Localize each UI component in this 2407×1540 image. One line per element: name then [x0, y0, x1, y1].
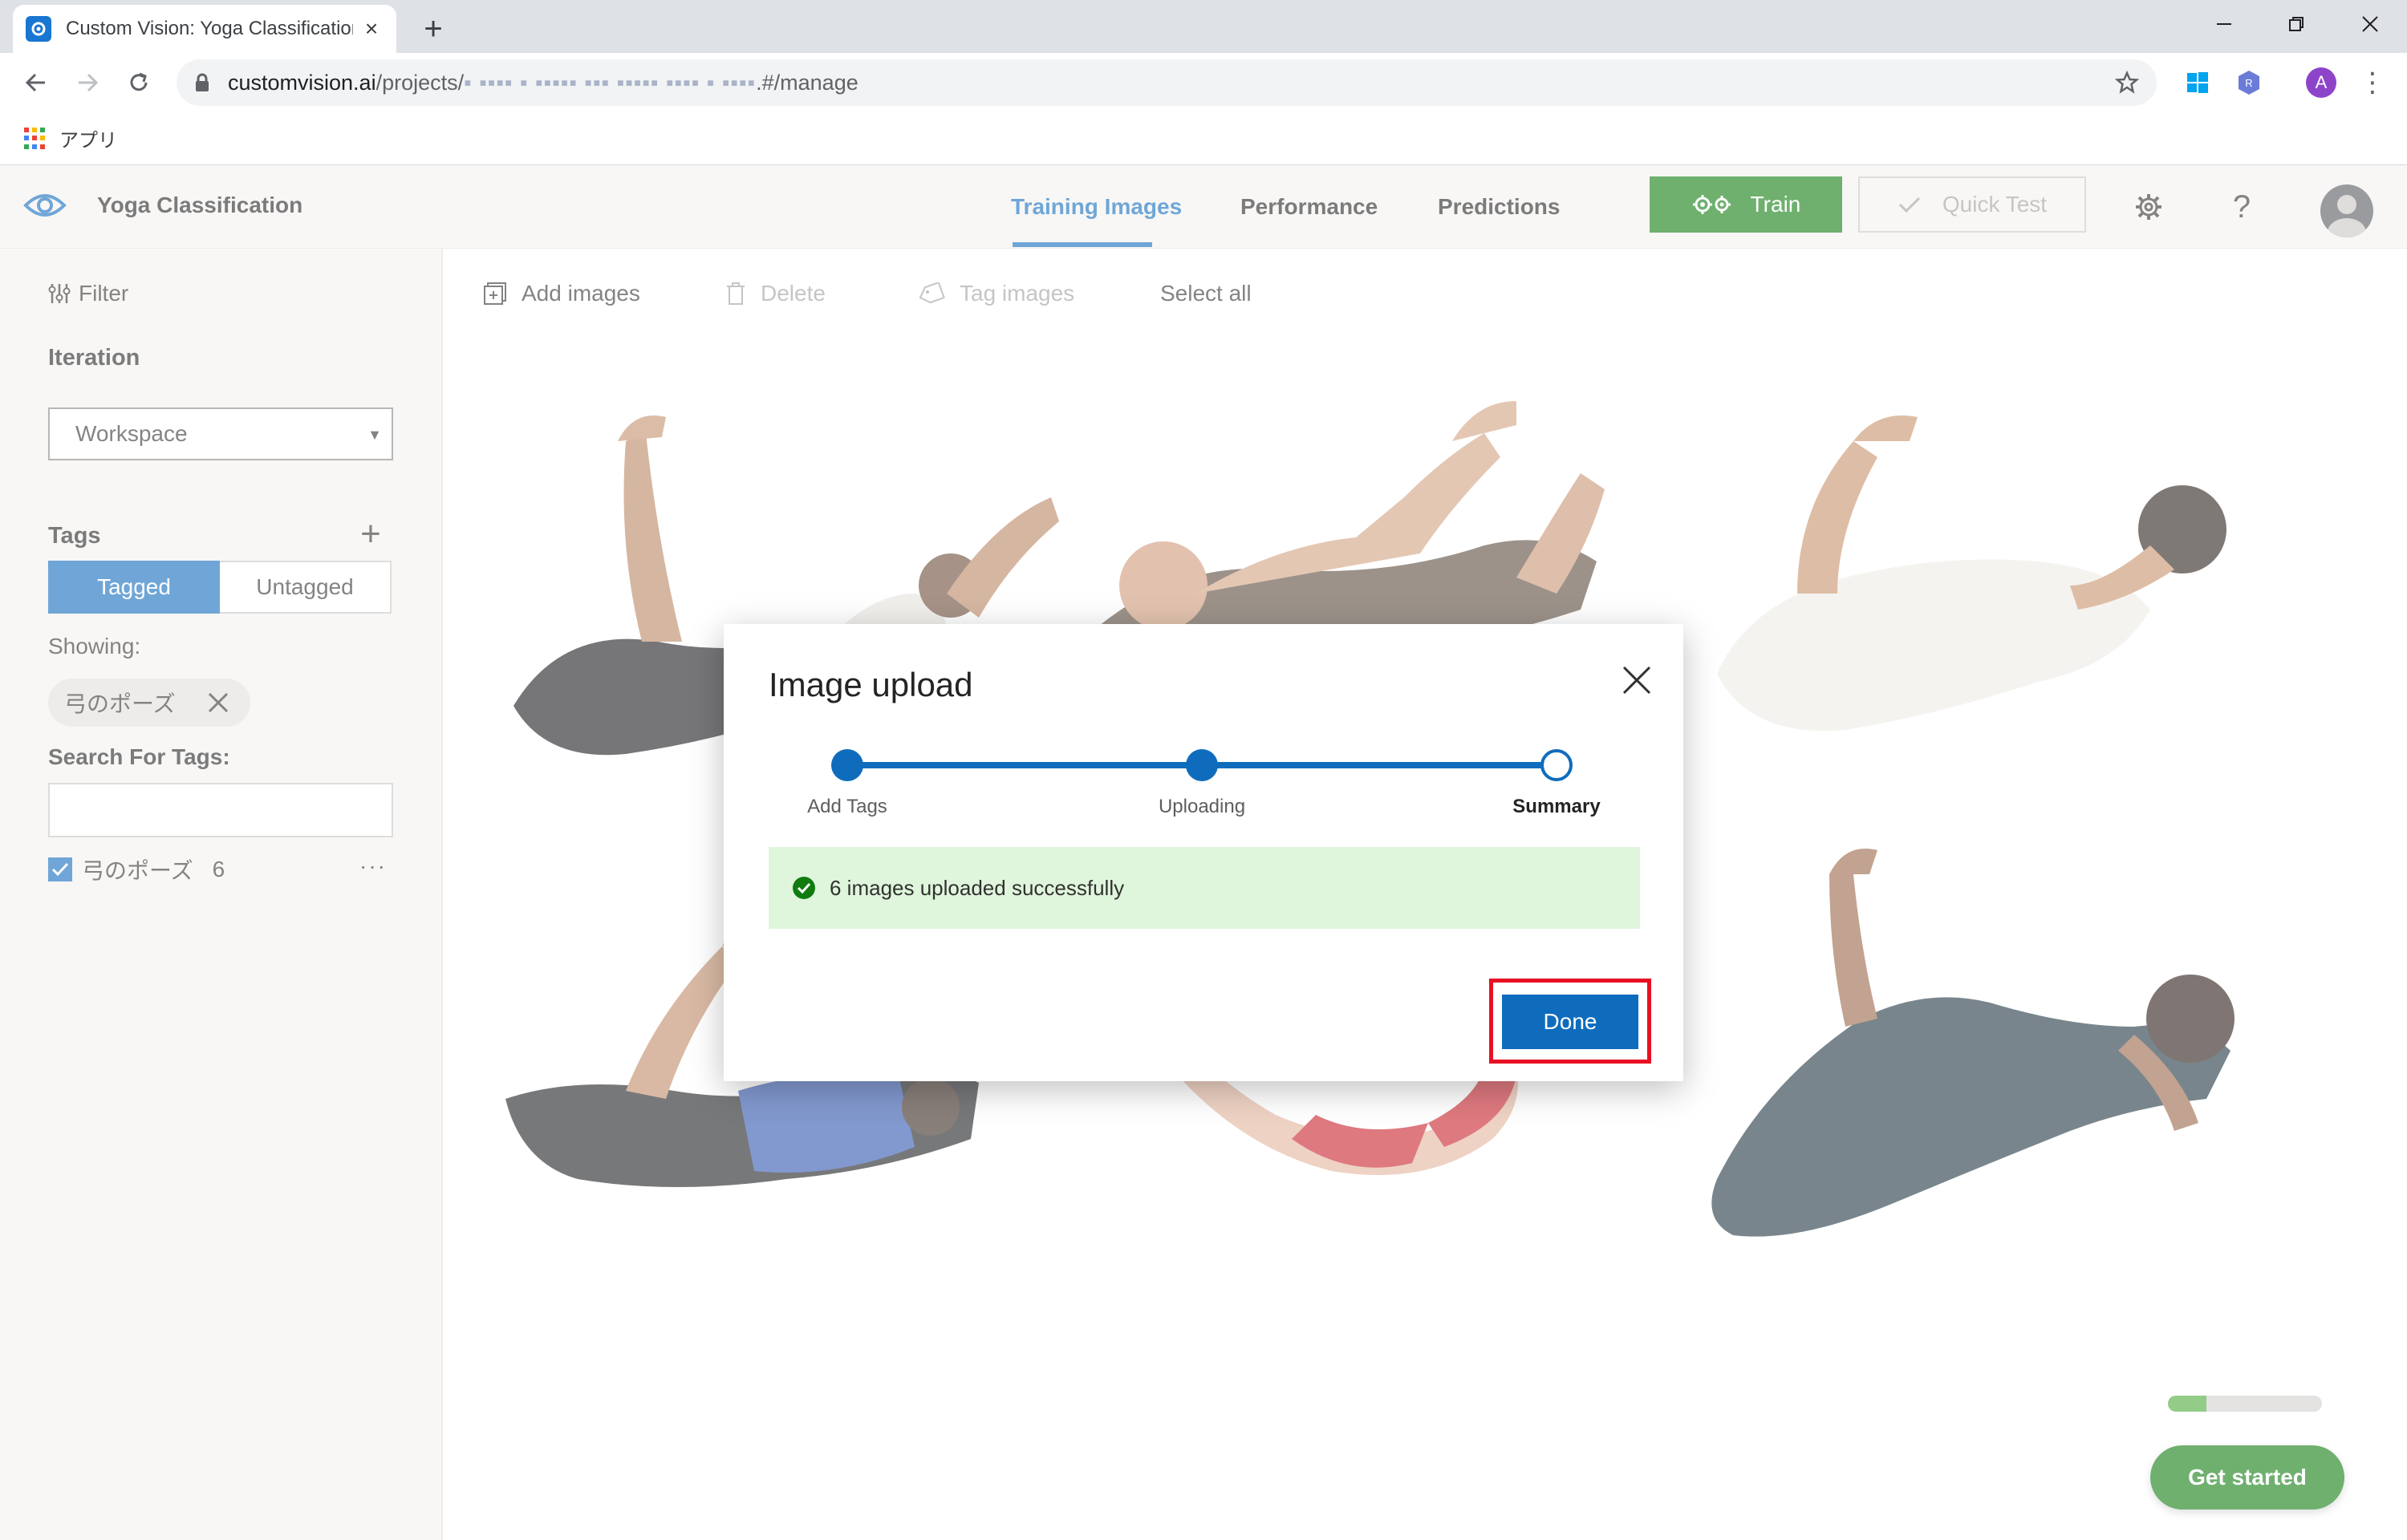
close-icon[interactable] — [1621, 664, 1653, 696]
apps-grid-icon[interactable] — [24, 127, 47, 150]
back-icon[interactable] — [18, 64, 55, 101]
tab-title: Custom Vision: Yoga Classification — [66, 18, 353, 39]
success-check-icon — [793, 877, 815, 899]
step-dot-uploading — [1186, 749, 1218, 781]
image-upload-dialog: Image upload Add Tags Uploading Summary … — [724, 624, 1683, 1081]
url-path-suffix: .#/manage — [756, 70, 858, 95]
step-label-summary: Summary — [1512, 796, 1601, 817]
step-dot-add-tags — [831, 749, 863, 781]
minimize-icon[interactable] — [2202, 6, 2247, 42]
browser-toolbar: customvision.ai/projects/▪︎ ▪▪▪▪ ▪ ▪▪▪▪▪… — [0, 53, 2407, 112]
svg-text:R: R — [2245, 77, 2252, 89]
browser-tab[interactable]: Custom Vision: Yoga Classification × — [13, 5, 396, 53]
done-button[interactable]: Done — [1502, 995, 1638, 1049]
url-obscured: ▪︎ ▪▪▪▪ ▪ ▪▪▪▪▪ ▪▪▪ ▪▪▪▪▪ ▪▪▪▪ ▪ ▪▪▪▪ — [464, 70, 757, 95]
bookmarks-bar: アプリ — [0, 112, 2407, 165]
url-text: customvision.ai/projects/▪︎ ▪▪▪▪ ▪ ▪▪▪▪▪… — [228, 71, 858, 95]
success-message-bar: 6 images uploaded successfully — [769, 847, 1640, 929]
step-label-uploading: Uploading — [1158, 796, 1246, 817]
lock-icon — [194, 72, 212, 93]
new-tab-icon[interactable]: + — [416, 11, 451, 47]
url-host: customvision.ai — [228, 70, 376, 95]
profile-avatar[interactable]: A — [2306, 67, 2336, 98]
apps-bookmark-label[interactable]: アプリ — [59, 124, 117, 152]
browser-menu-icon[interactable]: ⋮ — [2359, 67, 2386, 98]
r-extension-icon[interactable]: R — [2235, 69, 2263, 96]
tab-close-icon[interactable]: × — [359, 16, 384, 41]
custom-vision-favicon-icon — [26, 16, 51, 42]
browser-tabstrip: Custom Vision: Yoga Classification × + — [0, 0, 2407, 53]
forward-icon[interactable] — [69, 64, 106, 101]
restore-icon[interactable] — [2274, 6, 2319, 42]
url-path-prefix: /projects/ — [375, 70, 465, 95]
bookmark-star-icon[interactable] — [2114, 70, 2140, 95]
step-label-add-tags: Add Tags — [807, 796, 887, 817]
reload-icon[interactable] — [120, 64, 157, 101]
success-message: 6 images uploaded successfully — [830, 875, 1125, 900]
address-bar[interactable]: customvision.ai/projects/▪︎ ▪▪▪▪ ▪ ▪▪▪▪▪… — [177, 59, 2157, 106]
windows-extension-icon[interactable] — [2184, 69, 2211, 96]
dialog-title: Image upload — [769, 666, 973, 703]
step-dot-summary — [1540, 749, 1573, 781]
window-close-icon[interactable] — [2348, 6, 2393, 42]
